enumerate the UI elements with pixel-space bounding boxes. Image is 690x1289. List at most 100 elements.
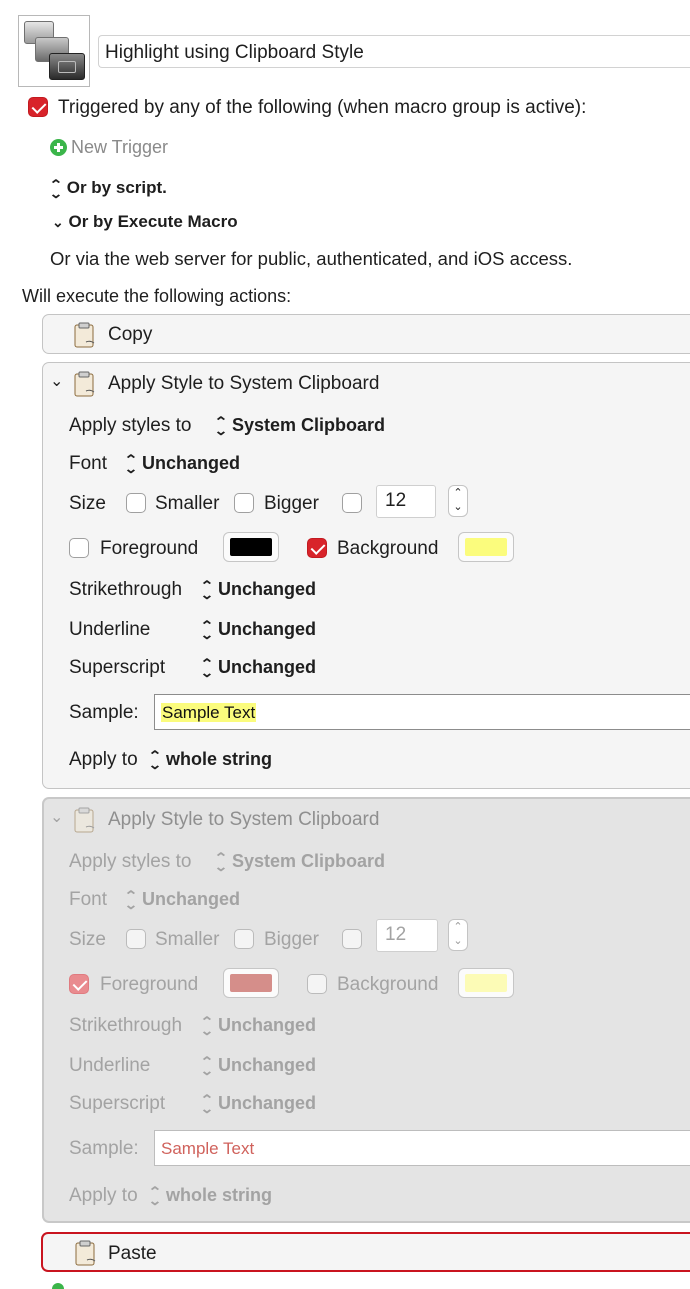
or-by-script-toggle[interactable]: ⌃ ⌄ Or by script.: [48, 176, 167, 201]
background-color-well[interactable]: [458, 532, 514, 562]
underline-popup[interactable]: ⌃ ⌄ Unchanged: [199, 1054, 317, 1079]
chevron-updown-icon: ⌃ ⌄: [213, 850, 229, 875]
background-label: Background: [337, 974, 439, 995]
plus-circle-icon[interactable]: [52, 1283, 64, 1289]
size-stepper[interactable]: ⌃ ⌄: [448, 919, 468, 951]
background-color-well[interactable]: [458, 968, 514, 998]
clipboard-icon: [75, 1240, 96, 1266]
triggers-heading: Triggered by any of the following (when …: [58, 97, 587, 118]
action-apply-style-1[interactable]: ⌄ Apply Style to System Clipboard Apply …: [42, 362, 690, 789]
macro-title-field[interactable]: Highlight using Clipboard Style: [98, 35, 690, 68]
foreground-checkbox[interactable]: [69, 538, 89, 558]
smaller-label: Smaller: [155, 493, 220, 514]
bigger-label: Bigger: [264, 929, 319, 950]
foreground-checkbox[interactable]: [69, 974, 89, 994]
apply-styles-popup[interactable]: ⌃ ⌄ System Clipboard: [213, 850, 386, 875]
action-title: Copy: [108, 324, 153, 345]
background-checkbox[interactable]: [307, 538, 327, 558]
underline-value: Unchanged: [218, 1055, 317, 1075]
font-popup[interactable]: ⌃ ⌄ Unchanged: [123, 888, 241, 913]
apply-to-label: Apply to: [69, 749, 138, 770]
chevron-updown-icon: ⌃ ⌄: [213, 414, 229, 439]
underline-label: Underline: [69, 1055, 151, 1076]
apply-styles-value: System Clipboard: [232, 415, 386, 435]
font-label: Font: [69, 889, 108, 910]
foreground-color-well[interactable]: [223, 532, 279, 562]
apply-to-value: whole string: [166, 1185, 273, 1205]
strikethrough-label: Strikethrough: [69, 1015, 183, 1036]
action-title: Apply Style to System Clipboard: [108, 373, 380, 394]
apply-to-popup[interactable]: ⌃ ⌄ whole string: [147, 1184, 273, 1209]
or-by-execute-macro-toggle[interactable]: ⌄ Or by Execute Macro: [52, 212, 238, 232]
sample-field: Sample Text: [154, 1130, 690, 1166]
sample-text: Sample Text: [161, 1139, 255, 1158]
smaller-label: Smaller: [155, 929, 220, 950]
chevron-updown-icon: ⌃ ⌄: [48, 176, 64, 201]
apply-to-popup[interactable]: ⌃ ⌄ whole string: [147, 748, 273, 773]
bigger-checkbox[interactable]: [234, 493, 254, 513]
sample-label: Sample:: [69, 1138, 139, 1159]
apply-styles-label: Apply styles to: [69, 851, 192, 872]
superscript-label: Superscript: [69, 1093, 166, 1114]
smaller-checkbox[interactable]: [126, 929, 146, 949]
apply-to-label: Apply to: [69, 1185, 138, 1206]
or-by-execute-macro-label: Or by Execute Macro: [68, 212, 238, 231]
chevron-updown-icon: ⌃ ⌄: [147, 748, 163, 773]
strikethrough-popup[interactable]: ⌃ ⌄ Unchanged: [200, 1015, 317, 1037]
apply-styles-value: System Clipboard: [232, 851, 386, 871]
chevron-updown-icon: ⌃ ⌄: [199, 1054, 215, 1079]
foreground-color-well[interactable]: [223, 968, 279, 998]
chevron-down-icon[interactable]: ⌄: [50, 807, 63, 827]
superscript-value: Unchanged: [218, 657, 317, 677]
size-field[interactable]: 12: [376, 919, 438, 952]
background-label: Background: [337, 538, 439, 559]
bigger-label: Bigger: [264, 493, 319, 514]
strikethrough-popup[interactable]: ⌃ ⌄ Unchanged: [199, 578, 317, 603]
chevron-updown-icon: ⌃ ⌄: [199, 578, 215, 603]
web-server-text: Or via the web server for public, authen…: [50, 248, 573, 269]
size-checkbox[interactable]: [342, 929, 362, 949]
sample-text: Sample Text: [161, 703, 257, 722]
triggers-enabled-checkbox[interactable]: [28, 97, 48, 117]
superscript-value: Unchanged: [218, 1093, 317, 1113]
clipboard-icon: [74, 807, 95, 833]
size-field[interactable]: 12: [376, 485, 436, 518]
strikethrough-value: Unchanged: [218, 1015, 317, 1035]
foreground-label: Foreground: [100, 538, 199, 559]
new-trigger-label: New Trigger: [71, 137, 169, 157]
font-label: Font: [69, 453, 108, 474]
strikethrough-value: Unchanged: [218, 579, 317, 599]
font-value: Unchanged: [142, 453, 241, 473]
size-label: Size: [69, 493, 106, 514]
apply-styles-label: Apply styles to: [69, 415, 192, 436]
action-apply-style-2[interactable]: ⌄ Apply Style to System Clipboard Apply …: [42, 797, 690, 1223]
underline-popup[interactable]: ⌃ ⌄ Unchanged: [199, 618, 316, 643]
font-popup[interactable]: ⌃ ⌄ Unchanged: [124, 453, 241, 475]
bigger-checkbox[interactable]: [234, 929, 254, 949]
superscript-popup[interactable]: ⌃ ⌄ Unchanged: [200, 1093, 317, 1115]
clipboard-icon: [74, 371, 95, 397]
foreground-label: Foreground: [100, 974, 199, 995]
underline-label: Underline: [69, 619, 151, 640]
or-by-script-label: Or by script.: [66, 178, 167, 197]
action-paste[interactable]: Paste: [41, 1232, 690, 1272]
action-title: Paste: [108, 1243, 157, 1264]
chevron-down-icon[interactable]: ⌄: [50, 371, 63, 391]
size-stepper[interactable]: ⌃ ⌄: [448, 485, 468, 517]
chevron-updown-icon: ⌃ ⌄: [199, 618, 215, 643]
apply-styles-popup[interactable]: ⌃ ⌄ System Clipboard: [213, 414, 386, 439]
superscript-popup[interactable]: ⌃ ⌄ Unchanged: [200, 657, 317, 679]
chevron-updown-icon: ⌃ ⌄: [123, 888, 139, 913]
action-title: Apply Style to System Clipboard: [108, 809, 380, 830]
apply-to-value: whole string: [166, 749, 273, 769]
action-copy[interactable]: Copy: [42, 314, 690, 354]
chevron-updown-icon: ⌃ ⌄: [147, 1184, 163, 1209]
size-label: Size: [69, 929, 106, 950]
background-checkbox[interactable]: [307, 974, 327, 994]
size-checkbox[interactable]: [342, 493, 362, 513]
plus-circle-icon: [50, 139, 67, 156]
font-value: Unchanged: [142, 889, 241, 909]
strikethrough-label: Strikethrough: [69, 579, 183, 600]
macro-icon[interactable]: [18, 15, 90, 87]
smaller-checkbox[interactable]: [126, 493, 146, 513]
